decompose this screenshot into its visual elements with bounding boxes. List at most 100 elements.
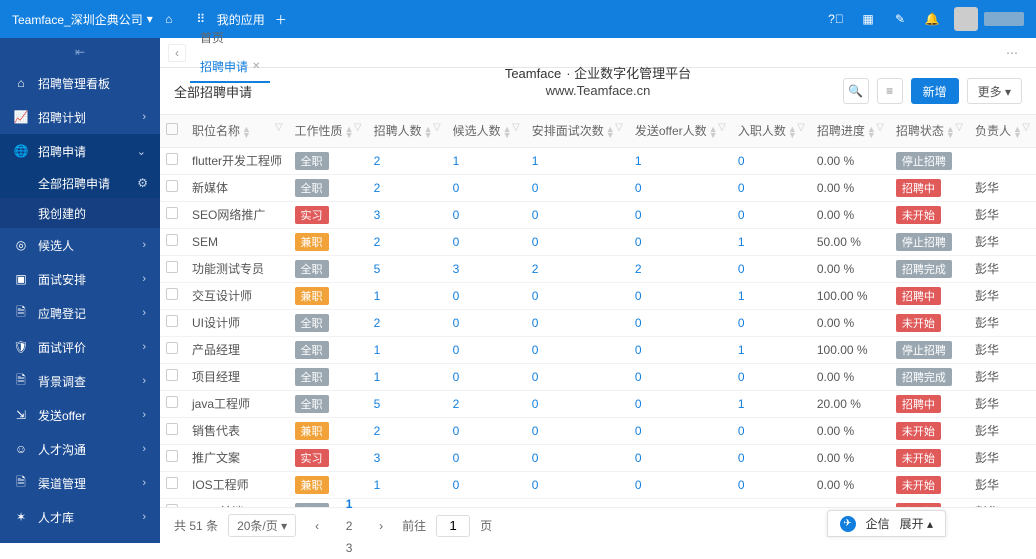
cell-num: 0: [526, 417, 629, 444]
filter-icon[interactable]: ▽: [354, 122, 362, 133]
checkbox-all[interactable]: [166, 123, 178, 135]
table-row[interactable]: 销售代表兼职200000.00 %未开始彭华: [160, 417, 1036, 444]
sidebar-item-3[interactable]: ◎候选人›: [0, 228, 160, 262]
col-header-0[interactable]: [160, 115, 186, 147]
chat-expand[interactable]: 展开 ▴: [900, 515, 933, 532]
sidebar-item-10[interactable]: 🗎渠道管理›: [0, 466, 160, 500]
row-checkbox[interactable]: [166, 342, 178, 354]
filter-icon[interactable]: ▽: [718, 122, 726, 133]
table-row[interactable]: 新媒体全职200000.00 %招聘中彭华: [160, 174, 1036, 201]
filter-icon[interactable]: ▽: [955, 122, 963, 133]
sidebar-item-9[interactable]: ☺人才沟通›: [0, 432, 160, 466]
avatar[interactable]: [954, 7, 978, 31]
sidebar-item-5[interactable]: 🗎应聘登记›: [0, 296, 160, 330]
col-header-7[interactable]: 入职人数▲▼▽: [732, 115, 811, 147]
row-checkbox[interactable]: [166, 423, 178, 435]
row-checkbox[interactable]: [166, 477, 178, 489]
sort-icon[interactable]: ▲▼: [946, 126, 955, 138]
col-header-5[interactable]: 安排面试次数▲▼▽: [526, 115, 629, 147]
col-header-3[interactable]: 招聘人数▲▼▽: [368, 115, 447, 147]
table-row[interactable]: SEM兼职2000150.00 %停止招聘彭华: [160, 228, 1036, 255]
search-icon[interactable]: 🔍: [843, 78, 869, 104]
row-checkbox[interactable]: [166, 234, 178, 246]
cell-num: 0: [447, 174, 526, 201]
col-header-6[interactable]: 发送offer人数▲▼▽: [629, 115, 732, 147]
table-row[interactable]: SEO网络推广实习300000.00 %未开始彭华: [160, 201, 1036, 228]
filter-icon[interactable]: ▽: [433, 122, 441, 133]
filter-icon[interactable]: ▽: [615, 122, 623, 133]
sidebar-collapse[interactable]: ⇤: [0, 38, 160, 66]
chat-widget[interactable]: ✈ 企信 展开 ▴: [827, 510, 946, 537]
col-header-8[interactable]: 招聘进度▲▼▽: [811, 115, 890, 147]
sort-icon[interactable]: ▲▼: [788, 126, 797, 138]
sort-icon[interactable]: ▲▼: [1013, 126, 1022, 138]
table-row[interactable]: UI设计师全职200000.00 %未开始彭华: [160, 309, 1036, 336]
sidebar-item-4[interactable]: ▣面试安排›: [0, 262, 160, 296]
sidebar-item-11[interactable]: ✶人才库›: [0, 500, 160, 534]
list-view-icon[interactable]: ≡: [877, 78, 903, 104]
help-icon[interactable]: ?⃝: [820, 3, 852, 35]
row-checkbox[interactable]: [166, 369, 178, 381]
pager-goto-input[interactable]: [436, 515, 470, 537]
sort-icon[interactable]: ▲▼: [709, 126, 718, 138]
filter-icon[interactable]: ▽: [275, 122, 283, 133]
table-row[interactable]: WEB前端全职2000150.00 %未开始彭华: [160, 498, 1036, 507]
sort-icon[interactable]: ▲▼: [345, 126, 354, 138]
table-row[interactable]: 功能测试专员全职532200.00 %招聘完成彭华: [160, 255, 1036, 282]
sidebar-item-1[interactable]: 📈招聘计划›: [0, 100, 160, 134]
col-header-2[interactable]: 工作性质▲▼▽: [289, 115, 368, 147]
pager-prev[interactable]: ‹: [306, 515, 328, 537]
sort-icon[interactable]: ▲▼: [867, 126, 876, 138]
sort-icon[interactable]: ▲▼: [606, 126, 615, 138]
row-checkbox[interactable]: [166, 450, 178, 462]
filter-icon[interactable]: ▽: [797, 122, 805, 133]
row-checkbox[interactable]: [166, 315, 178, 327]
col-header-9[interactable]: 招聘状态▲▼▽: [890, 115, 969, 147]
tab-prev-icon[interactable]: ‹: [168, 44, 186, 62]
new-button[interactable]: 新增: [911, 78, 959, 104]
sidebar-subitem-1[interactable]: 我创建的: [0, 198, 160, 228]
row-checkbox[interactable]: [166, 180, 178, 192]
sort-icon[interactable]: ▲▼: [503, 126, 512, 138]
table-row[interactable]: IOS工程师兼职100000.00 %未开始彭华: [160, 471, 1036, 498]
pager-page-3[interactable]: 3: [338, 537, 360, 559]
row-checkbox[interactable]: [166, 153, 178, 165]
filter-icon[interactable]: ▽: [1022, 122, 1030, 133]
col-header-1[interactable]: 职位名称▲▼▽: [186, 115, 289, 147]
company-selector[interactable]: Teamface_深圳企典公司 ▾: [12, 11, 153, 28]
sidebar-item-0[interactable]: ⌂招聘管理看板: [0, 66, 160, 100]
sidebar-subitem-0[interactable]: 全部招聘申请⚙: [0, 168, 160, 198]
table-row[interactable]: 推广文案实习300000.00 %未开始彭华: [160, 444, 1036, 471]
table-row[interactable]: 交互设计师兼职10001100.00 %招聘中彭华: [160, 282, 1036, 309]
sidebar-item-2[interactable]: 🌐招聘申请⌄: [0, 134, 160, 168]
filter-icon[interactable]: ▽: [512, 122, 520, 133]
sort-icon[interactable]: ▲▼: [242, 126, 251, 138]
home-icon[interactable]: ⌂: [153, 3, 185, 35]
table-row[interactable]: 产品经理全职10001100.00 %停止招聘彭华: [160, 336, 1036, 363]
more-button[interactable]: 更多 ▾: [967, 78, 1022, 104]
sidebar-item-6[interactable]: 🛡面试评价›: [0, 330, 160, 364]
bell-icon[interactable]: 🔔: [916, 3, 948, 35]
row-checkbox[interactable]: [166, 288, 178, 300]
table-row[interactable]: flutter开发工程师全职211100.00 %停止招聘: [160, 147, 1036, 174]
sort-icon[interactable]: ▲▼: [424, 126, 433, 138]
row-checkbox[interactable]: [166, 396, 178, 408]
pager-page-1[interactable]: 1: [338, 493, 360, 515]
col-header-10[interactable]: 负责人▲▼▽: [969, 115, 1036, 147]
pager-next[interactable]: ›: [370, 515, 392, 537]
tab-0[interactable]: 首页: [190, 23, 270, 53]
col-header-4[interactable]: 候选人数▲▼▽: [447, 115, 526, 147]
table-row[interactable]: java工程师全职5200120.00 %招聘中彭华: [160, 390, 1036, 417]
sidebar-item-8[interactable]: ⇲发送offer›: [0, 398, 160, 432]
sidebar-item-7[interactable]: 🗎背景调查›: [0, 364, 160, 398]
filter-icon[interactable]: ▽: [876, 122, 884, 133]
table-row[interactable]: 项目经理全职100000.00 %招聘完成彭华: [160, 363, 1036, 390]
pager-page-2[interactable]: 2: [338, 515, 360, 537]
calendar-icon[interactable]: ▦: [852, 3, 884, 35]
row-checkbox[interactable]: [166, 261, 178, 273]
row-checkbox[interactable]: [166, 207, 178, 219]
pagesize-select[interactable]: 20条/页 ▾: [228, 514, 296, 537]
tabs-more-icon[interactable]: ⋯: [998, 46, 1028, 60]
table-scroll[interactable]: 职位名称▲▼▽工作性质▲▼▽招聘人数▲▼▽候选人数▲▼▽安排面试次数▲▼▽发送o…: [160, 114, 1036, 507]
edit-icon[interactable]: ✎: [884, 3, 916, 35]
